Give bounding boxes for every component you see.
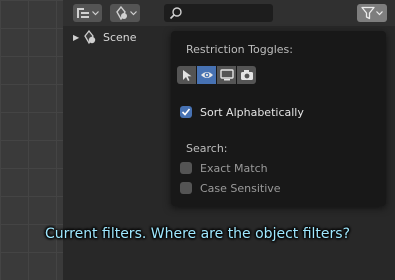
visibility-toggle[interactable] [197, 66, 216, 84]
display-mode-icon [77, 8, 89, 18]
exact-match-label: Exact Match [200, 161, 268, 175]
cursor-icon [182, 69, 191, 81]
scene-label: Scene [103, 30, 137, 44]
expand-arrow-icon[interactable]: ▶ [73, 33, 81, 42]
filter-button[interactable] [357, 4, 387, 22]
display-mode-dropdown[interactable] [73, 4, 102, 22]
scene-tree-item[interactable]: ▶ Scene [73, 29, 137, 45]
sort-alphabetically-option[interactable]: Sort Alphabetically [180, 104, 304, 120]
search-icon [169, 7, 182, 20]
object-type-icon [115, 6, 127, 20]
exact-match-option[interactable]: Exact Match [180, 160, 268, 176]
outliner-header [63, 0, 395, 26]
camera-icon [240, 70, 253, 80]
case-sensitive-checkbox[interactable] [180, 182, 192, 194]
restriction-toggles-group [177, 66, 256, 84]
exact-match-checkbox[interactable] [180, 162, 192, 174]
tutorial-caption: Current filters. Where are the object fi… [44, 226, 351, 242]
eye-icon [200, 72, 213, 78]
search-heading: Search: [186, 142, 228, 155]
scene-icon [84, 29, 96, 45]
render-toggle[interactable] [237, 66, 256, 84]
sort-alphabetically-label: Sort Alphabetically [200, 105, 304, 119]
restriction-toggles-heading: Restriction Toggles: [186, 43, 293, 56]
chevron-down-icon [376, 10, 383, 15]
checkmark-icon [181, 108, 191, 116]
monitor-icon [219, 69, 234, 81]
case-sensitive-option[interactable]: Case Sensitive [180, 180, 281, 196]
chevron-down-icon [129, 10, 137, 15]
select-toggle[interactable] [177, 66, 196, 84]
sort-alphabetically-checkbox[interactable] [180, 106, 192, 118]
viewport-toggle[interactable] [217, 66, 236, 84]
search-input[interactable] [164, 4, 273, 22]
chevron-down-icon [92, 10, 99, 15]
case-sensitive-label: Case Sensitive [200, 181, 281, 195]
filter-popover: Restriction Toggles: Sort Alphabetically… [171, 31, 386, 206]
object-filter-dropdown[interactable] [110, 4, 140, 22]
filter-icon [361, 6, 375, 20]
